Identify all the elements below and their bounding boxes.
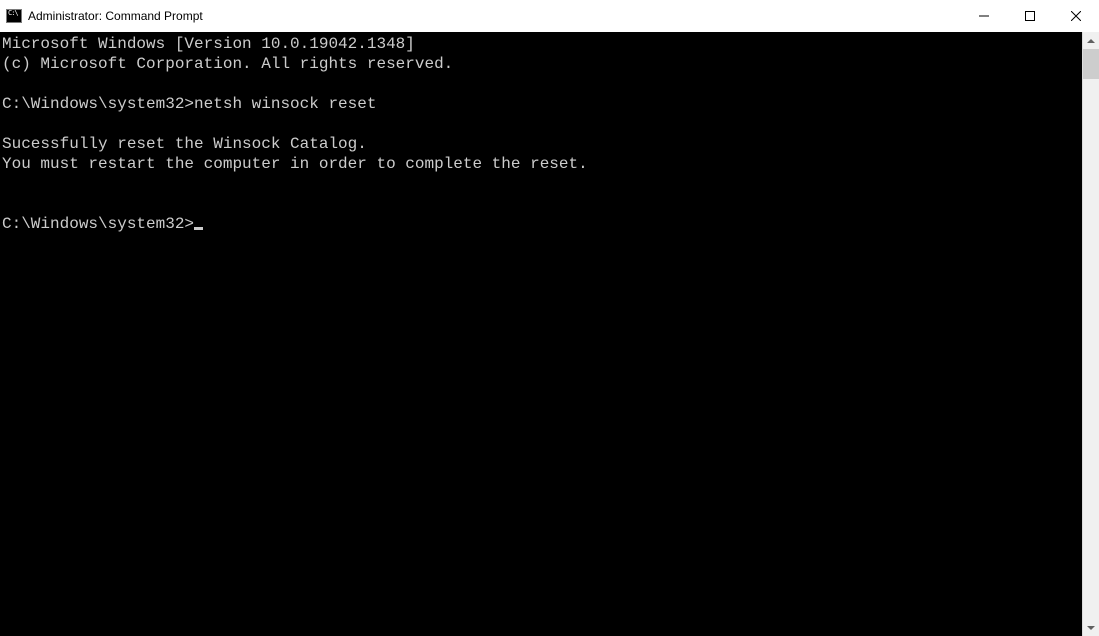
chevron-down-icon xyxy=(1087,626,1095,630)
close-icon xyxy=(1071,11,1081,21)
vertical-scrollbar[interactable] xyxy=(1082,32,1099,636)
minimize-icon xyxy=(979,11,989,21)
window-controls xyxy=(961,0,1099,32)
minimize-button[interactable] xyxy=(961,0,1007,32)
terminal-line: You must restart the computer in order t… xyxy=(2,155,588,173)
maximize-icon xyxy=(1025,11,1035,21)
cmd-icon xyxy=(6,8,22,24)
terminal-output[interactable]: Microsoft Windows [Version 10.0.19042.13… xyxy=(0,32,1082,636)
terminal-line: (c) Microsoft Corporation. All rights re… xyxy=(2,55,453,73)
chevron-up-icon xyxy=(1087,39,1095,43)
scroll-thumb[interactable] xyxy=(1083,49,1099,79)
terminal-prompt: C:\Windows\system32> xyxy=(2,95,194,113)
terminal-command: netsh winsock reset xyxy=(194,95,376,113)
content-area: Microsoft Windows [Version 10.0.19042.13… xyxy=(0,32,1099,636)
window-title: Administrator: Command Prompt xyxy=(28,9,203,23)
window-titlebar: Administrator: Command Prompt xyxy=(0,0,1099,32)
maximize-button[interactable] xyxy=(1007,0,1053,32)
close-button[interactable] xyxy=(1053,0,1099,32)
scroll-up-button[interactable] xyxy=(1083,32,1099,49)
scroll-track[interactable] xyxy=(1083,49,1099,619)
cursor-icon xyxy=(194,227,203,230)
terminal-prompt: C:\Windows\system32> xyxy=(2,215,194,233)
scroll-down-button[interactable] xyxy=(1083,619,1099,636)
terminal-line: Microsoft Windows [Version 10.0.19042.13… xyxy=(2,35,415,53)
terminal-line: Sucessfully reset the Winsock Catalog. xyxy=(2,135,367,153)
